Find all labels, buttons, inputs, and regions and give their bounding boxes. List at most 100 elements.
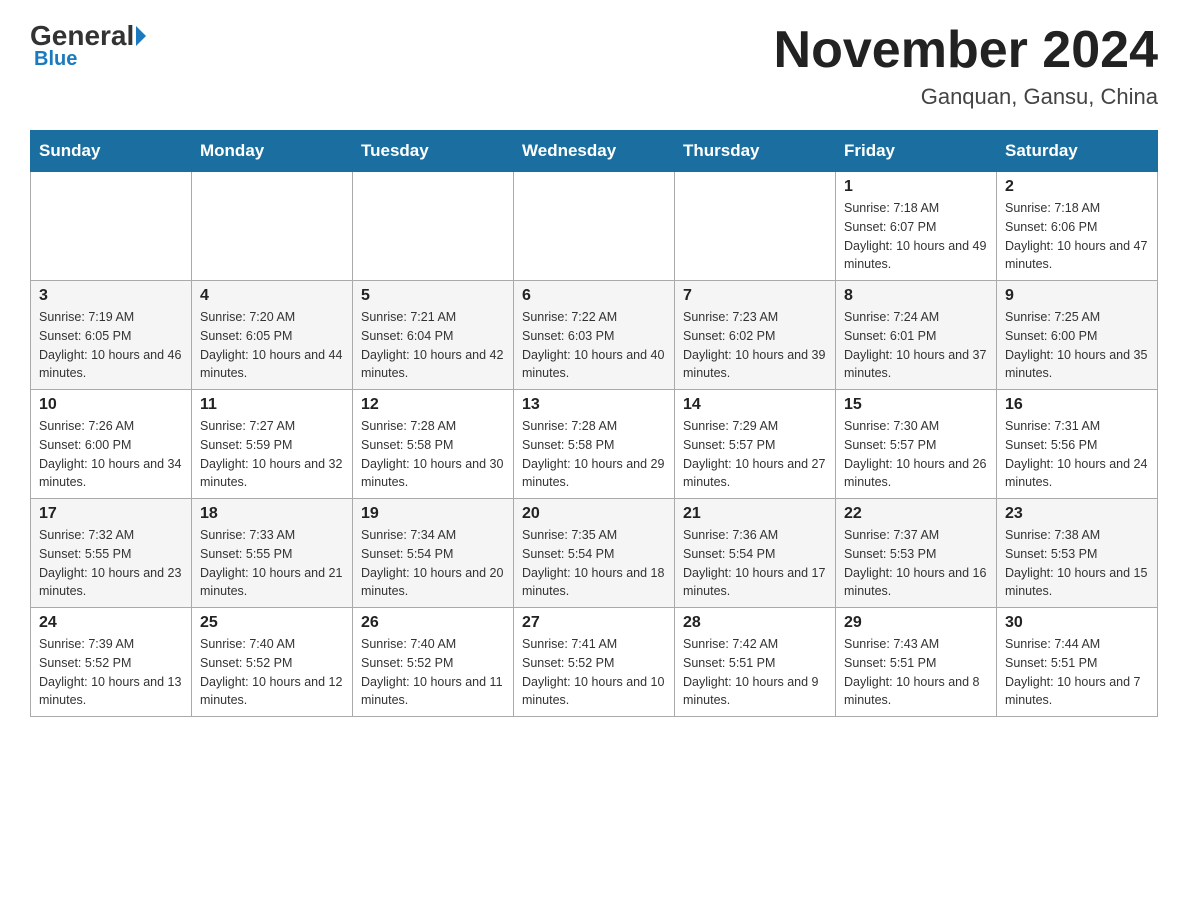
day-info: Sunrise: 7:27 AM Sunset: 5:59 PM Dayligh…: [200, 417, 344, 492]
day-info: Sunrise: 7:22 AM Sunset: 6:03 PM Dayligh…: [522, 308, 666, 383]
day-number: 28: [683, 614, 827, 632]
day-number: 30: [1005, 614, 1149, 632]
logo-blue: Blue: [34, 48, 77, 71]
day-info: Sunrise: 7:39 AM Sunset: 5:52 PM Dayligh…: [39, 635, 183, 710]
day-header-thursday: Thursday: [675, 131, 836, 172]
day-number: 24: [39, 614, 183, 632]
header: General Blue November 2024 Ganquan, Gans…: [30, 20, 1158, 110]
day-header-tuesday: Tuesday: [353, 131, 514, 172]
calendar-cell: 23Sunrise: 7:38 AM Sunset: 5:53 PM Dayli…: [997, 499, 1158, 608]
calendar-cell: 26 Sunrise: 7:40 AM Sunset: 5:52 PM Dayli…: [353, 608, 514, 717]
day-number: 27: [522, 614, 666, 632]
calendar-cell: 29Sunrise: 7:43 AM Sunset: 5:51 PM Dayli…: [836, 608, 997, 717]
calendar-cell: 15Sunrise: 7:30 AM Sunset: 5:57 PM Dayli…: [836, 390, 997, 499]
day-info: Sunrise: 7:21 AM Sunset: 6:04 PM Dayligh…: [361, 308, 505, 383]
calendar-cell: [192, 172, 353, 281]
calendar-cell: 13Sunrise: 7:28 AM Sunset: 5:58 PM Dayli…: [514, 390, 675, 499]
calendar-week-row: 1 Sunrise: 7:18 AM Sunset: 6:07 PM Daylig…: [31, 172, 1158, 281]
logo: General Blue: [30, 20, 148, 71]
day-info: Sunrise: 7:40 AM Sunset: 5:52 PM Dayligh…: [200, 635, 344, 710]
month-title: November 2024: [774, 20, 1158, 80]
day-number: 8: [844, 287, 988, 305]
calendar-cell: 22 Sunrise: 7:37 AM Sunset: 5:53 PM Dayli…: [836, 499, 997, 608]
title-area: November 2024 Ganquan, Gansu, China: [774, 20, 1158, 110]
calendar-week-row: 17 Sunrise: 7:32 AM Sunset: 5:55 PM Dayli…: [31, 499, 1158, 608]
day-info: Sunrise: 7:33 AM Sunset: 5:55 PM Dayligh…: [200, 526, 344, 601]
calendar-cell: 24 Sunrise: 7:39 AM Sunset: 5:52 PM Dayli…: [31, 608, 192, 717]
day-header-saturday: Saturday: [997, 131, 1158, 172]
calendar-cell: 18 Sunrise: 7:33 AM Sunset: 5:55 PM Dayli…: [192, 499, 353, 608]
calendar-cell: 25 Sunrise: 7:40 AM Sunset: 5:52 PM Dayli…: [192, 608, 353, 717]
calendar-cell: 1 Sunrise: 7:18 AM Sunset: 6:07 PM Daylig…: [836, 172, 997, 281]
day-number: 14: [683, 396, 827, 414]
day-header-sunday: Sunday: [31, 131, 192, 172]
day-info: Sunrise: 7:25 AM Sunset: 6:00 PM Dayligh…: [1005, 308, 1149, 383]
calendar-cell: 30 Sunrise: 7:44 AM Sunset: 5:51 PM Dayli…: [997, 608, 1158, 717]
day-number: 2: [1005, 178, 1149, 196]
day-info: Sunrise: 7:28 AM Sunset: 5:58 PM Dayligh…: [522, 417, 666, 492]
day-number: 16: [1005, 396, 1149, 414]
day-number: 3: [39, 287, 183, 305]
day-header-monday: Monday: [192, 131, 353, 172]
day-header-friday: Friday: [836, 131, 997, 172]
calendar-cell: 8 Sunrise: 7:24 AM Sunset: 6:01 PM Daylig…: [836, 281, 997, 390]
day-info: Sunrise: 7:26 AM Sunset: 6:00 PM Dayligh…: [39, 417, 183, 492]
day-number: 12: [361, 396, 505, 414]
day-number: 22: [844, 505, 988, 523]
day-info: Sunrise: 7:24 AM Sunset: 6:01 PM Dayligh…: [844, 308, 988, 383]
day-number: 6: [522, 287, 666, 305]
calendar-cell: 7 Sunrise: 7:23 AM Sunset: 6:02 PM Daylig…: [675, 281, 836, 390]
day-info: Sunrise: 7:35 AM Sunset: 5:54 PM Dayligh…: [522, 526, 666, 601]
day-header-wednesday: Wednesday: [514, 131, 675, 172]
day-info: Sunrise: 7:28 AM Sunset: 5:58 PM Dayligh…: [361, 417, 505, 492]
calendar-week-row: 3Sunrise: 7:19 AM Sunset: 6:05 PM Daylig…: [31, 281, 1158, 390]
day-info: Sunrise: 7:18 AM Sunset: 6:07 PM Dayligh…: [844, 199, 988, 274]
calendar-cell: 9 Sunrise: 7:25 AM Sunset: 6:00 PM Daylig…: [997, 281, 1158, 390]
day-number: 9: [1005, 287, 1149, 305]
day-info: Sunrise: 7:34 AM Sunset: 5:54 PM Dayligh…: [361, 526, 505, 601]
day-info: Sunrise: 7:32 AM Sunset: 5:55 PM Dayligh…: [39, 526, 183, 601]
logo-triangle-icon: [136, 26, 146, 46]
day-number: 15: [844, 396, 988, 414]
calendar-week-row: 24 Sunrise: 7:39 AM Sunset: 5:52 PM Dayli…: [31, 608, 1158, 717]
calendar-week-row: 10Sunrise: 7:26 AM Sunset: 6:00 PM Dayli…: [31, 390, 1158, 499]
day-info: Sunrise: 7:44 AM Sunset: 5:51 PM Dayligh…: [1005, 635, 1149, 710]
calendar-cell: 3Sunrise: 7:19 AM Sunset: 6:05 PM Daylig…: [31, 281, 192, 390]
day-number: 5: [361, 287, 505, 305]
day-info: Sunrise: 7:41 AM Sunset: 5:52 PM Dayligh…: [522, 635, 666, 710]
day-number: 4: [200, 287, 344, 305]
day-info: Sunrise: 7:29 AM Sunset: 5:57 PM Dayligh…: [683, 417, 827, 492]
calendar-cell: 19Sunrise: 7:34 AM Sunset: 5:54 PM Dayli…: [353, 499, 514, 608]
calendar-cell: 12 Sunrise: 7:28 AM Sunset: 5:58 PM Dayli…: [353, 390, 514, 499]
day-info: Sunrise: 7:37 AM Sunset: 5:53 PM Dayligh…: [844, 526, 988, 601]
day-info: Sunrise: 7:40 AM Sunset: 5:52 PM Dayligh…: [361, 635, 505, 710]
calendar-cell: 4 Sunrise: 7:20 AM Sunset: 6:05 PM Daylig…: [192, 281, 353, 390]
day-number: 1: [844, 178, 988, 196]
calendar-cell: [31, 172, 192, 281]
day-info: Sunrise: 7:18 AM Sunset: 6:06 PM Dayligh…: [1005, 199, 1149, 274]
calendar-cell: 2 Sunrise: 7:18 AM Sunset: 6:06 PM Daylig…: [997, 172, 1158, 281]
day-number: 20: [522, 505, 666, 523]
day-number: 17: [39, 505, 183, 523]
day-info: Sunrise: 7:20 AM Sunset: 6:05 PM Dayligh…: [200, 308, 344, 383]
calendar-cell: 20 Sunrise: 7:35 AM Sunset: 5:54 PM Dayli…: [514, 499, 675, 608]
day-number: 25: [200, 614, 344, 632]
calendar-cell: 6 Sunrise: 7:22 AM Sunset: 6:03 PM Daylig…: [514, 281, 675, 390]
day-number: 7: [683, 287, 827, 305]
calendar-cell: 14 Sunrise: 7:29 AM Sunset: 5:57 PM Dayli…: [675, 390, 836, 499]
day-number: 18: [200, 505, 344, 523]
calendar-cell: 27 Sunrise: 7:41 AM Sunset: 5:52 PM Dayli…: [514, 608, 675, 717]
calendar-cell: [675, 172, 836, 281]
calendar-cell: 11Sunrise: 7:27 AM Sunset: 5:59 PM Dayli…: [192, 390, 353, 499]
calendar-cell: 28Sunrise: 7:42 AM Sunset: 5:51 PM Dayli…: [675, 608, 836, 717]
calendar-cell: 17 Sunrise: 7:32 AM Sunset: 5:55 PM Dayli…: [31, 499, 192, 608]
calendar-cell: 5 Sunrise: 7:21 AM Sunset: 6:04 PM Daylig…: [353, 281, 514, 390]
day-info: Sunrise: 7:36 AM Sunset: 5:54 PM Dayligh…: [683, 526, 827, 601]
calendar-table: SundayMondayTuesdayWednesdayThursdayFrid…: [30, 130, 1158, 717]
calendar-cell: 10Sunrise: 7:26 AM Sunset: 6:00 PM Dayli…: [31, 390, 192, 499]
day-number: 26: [361, 614, 505, 632]
day-info: Sunrise: 7:23 AM Sunset: 6:02 PM Dayligh…: [683, 308, 827, 383]
day-number: 29: [844, 614, 988, 632]
calendar-cell: 21Sunrise: 7:36 AM Sunset: 5:54 PM Dayli…: [675, 499, 836, 608]
day-info: Sunrise: 7:31 AM Sunset: 5:56 PM Dayligh…: [1005, 417, 1149, 492]
